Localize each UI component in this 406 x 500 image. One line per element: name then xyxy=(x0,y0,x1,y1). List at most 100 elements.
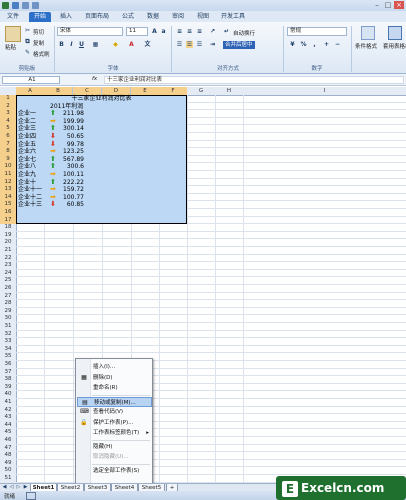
last-sheet-icon[interactable]: ▶ xyxy=(22,484,29,491)
company-name-cell[interactable]: 企业一 xyxy=(18,110,36,118)
profit-value-cell[interactable]: 100.77 xyxy=(58,194,84,202)
context-menu-item[interactable]: 保护工作表(P)... 🔒 xyxy=(77,418,152,428)
align-right-icon[interactable]: ☰ xyxy=(196,41,203,48)
context-menu-item[interactable]: 移动或复制(M)... ▤ xyxy=(77,396,152,407)
profit-value-cell[interactable]: 300.6 xyxy=(58,163,84,171)
restore-icon[interactable]: □ xyxy=(383,1,393,9)
tab-view[interactable]: 视图 xyxy=(192,12,214,22)
formula-input[interactable]: 十三家企业利润对比表 xyxy=(104,76,404,84)
profit-value-cell[interactable]: 199.99 xyxy=(58,118,84,126)
company-name-cell[interactable]: 企业八 xyxy=(18,163,36,171)
paste-icon[interactable] xyxy=(5,26,21,42)
copy-icon[interactable]: ⧉ xyxy=(24,38,31,45)
wrap-text-button[interactable]: 自动换行 xyxy=(233,29,255,37)
tab-review[interactable]: 审阅 xyxy=(167,12,189,22)
context-menu-item[interactable]: 工作表标签颜色(T) ▸ xyxy=(77,428,152,438)
tab-page-layout[interactable]: 页面布局 xyxy=(80,12,114,22)
profit-value-cell[interactable]: 99.78 xyxy=(58,141,84,149)
fx-icon[interactable]: fx xyxy=(92,76,97,82)
company-name-cell[interactable]: 企业十一 xyxy=(18,186,42,194)
macro-record-icon[interactable] xyxy=(26,492,36,500)
font-color-icon[interactable]: A xyxy=(128,41,135,48)
paste-button[interactable]: 粘贴 xyxy=(5,43,16,51)
name-box[interactable]: A1 xyxy=(2,76,60,84)
align-center-icon[interactable]: ☰ xyxy=(186,41,193,48)
first-sheet-icon[interactable]: ◀ xyxy=(1,484,8,491)
fill-color-icon[interactable]: ◆ xyxy=(112,41,119,48)
tab-data[interactable]: 数据 xyxy=(142,12,164,22)
profit-value-cell[interactable]: 300.14 xyxy=(58,125,84,133)
align-left-icon[interactable]: ☰ xyxy=(176,41,183,48)
tab-home[interactable]: 开始 xyxy=(29,12,51,22)
profit-value-cell[interactable]: 567.89 xyxy=(58,156,84,164)
profit-value-cell[interactable]: 50.65 xyxy=(58,133,84,141)
profit-value-cell[interactable]: 60.85 xyxy=(58,201,84,209)
company-name-cell[interactable]: 企业三 xyxy=(18,125,36,133)
undo-icon[interactable] xyxy=(22,2,29,9)
tab-formulas[interactable]: 公式 xyxy=(117,12,139,22)
context-menu-item[interactable]: 隐藏(H) xyxy=(77,442,152,452)
worksheet-grid[interactable]: A B C D E F G H I 1 2 3 4 5 6 7 8 9 10 11 12 13 14 15 16 17 18 19 20… xyxy=(0,87,406,483)
phonetic-icon[interactable]: 文 xyxy=(144,41,151,48)
column-header-g[interactable]: G xyxy=(187,87,216,96)
context-menu-item[interactable]: 查看代码(V) ⌨ xyxy=(77,407,152,417)
prev-sheet-icon[interactable]: ◁ xyxy=(8,484,15,491)
decrease-decimal-icon[interactable]: − xyxy=(334,41,341,48)
merge-center-button[interactable]: 合并后居中 xyxy=(223,41,255,49)
redo-icon[interactable] xyxy=(32,2,39,9)
format-painter-icon[interactable]: ✎ xyxy=(24,49,31,56)
format-painter-button[interactable]: 格式刷 xyxy=(33,50,50,58)
comma-style-icon[interactable]: , xyxy=(311,41,318,48)
percent-icon[interactable]: % xyxy=(300,41,307,48)
context-menu-item[interactable]: 重命名(R) xyxy=(77,383,152,393)
save-icon[interactable] xyxy=(12,2,19,9)
bold-icon[interactable]: B xyxy=(58,41,65,48)
minimize-icon[interactable]: – xyxy=(372,1,382,9)
profit-value-cell[interactable]: 211.98 xyxy=(58,110,84,118)
profit-value-cell[interactable]: 159.72 xyxy=(58,186,84,194)
tab-developer[interactable]: 开发工具 xyxy=(218,12,248,22)
next-sheet-icon[interactable]: ▷ xyxy=(15,484,22,491)
context-menu-item[interactable]: 删除(D) ▦ xyxy=(77,373,152,383)
font-size-select[interactable]: 11 xyxy=(126,27,148,36)
profit-value-cell[interactable]: 222.22 xyxy=(58,179,84,187)
table-format-button[interactable]: 套用表格格式 xyxy=(383,42,406,50)
context-menu-item[interactable]: 选定全部工作表(S) xyxy=(77,466,152,476)
close-icon[interactable]: × xyxy=(394,1,404,9)
align-middle-icon[interactable]: ≡ xyxy=(186,28,193,35)
conditional-format-icon[interactable] xyxy=(361,26,375,40)
conditional-format-button[interactable]: 条件格式 xyxy=(355,42,377,50)
tab-file[interactable]: 文件 xyxy=(2,12,24,22)
orientation-icon[interactable]: ↗ xyxy=(209,28,216,35)
italic-icon[interactable]: I xyxy=(68,41,75,48)
underline-icon[interactable]: U xyxy=(78,41,85,48)
company-name-cell[interactable]: 企业六 xyxy=(18,148,36,156)
profit-value-cell[interactable]: 123.25 xyxy=(58,148,84,156)
status-mode: 就绪 xyxy=(4,494,16,500)
excel-app-icon[interactable] xyxy=(2,2,9,9)
copy-button[interactable]: 复制 xyxy=(33,39,44,47)
borders-icon[interactable]: ▦ xyxy=(92,41,99,48)
tab-insert[interactable]: 插入 xyxy=(55,12,77,22)
align-top-icon[interactable]: ≡ xyxy=(176,28,183,35)
row-header[interactable]: 51 xyxy=(0,475,17,483)
align-bottom-icon[interactable]: ≡ xyxy=(196,28,203,35)
indent-icon[interactable]: ⇥ xyxy=(209,41,216,48)
column-header-h[interactable]: H xyxy=(215,87,244,96)
table-format-icon[interactable] xyxy=(388,26,402,40)
cut-icon[interactable]: ✂ xyxy=(24,27,31,34)
wrap-text-icon[interactable]: ↵ xyxy=(223,28,230,35)
increase-decimal-icon[interactable]: + xyxy=(323,41,330,48)
profit-value-cell[interactable]: 100.11 xyxy=(58,171,84,179)
font-name-select[interactable]: 宋体 xyxy=(57,27,123,36)
currency-icon[interactable]: ¥ xyxy=(289,41,296,48)
grow-font-icon[interactable]: A xyxy=(151,28,158,35)
shrink-font-icon[interactable]: a xyxy=(160,28,167,35)
company-name-cell[interactable]: 企业十三 xyxy=(18,201,42,209)
cut-button[interactable]: 剪切 xyxy=(33,28,44,36)
number-format-select[interactable]: 常规 xyxy=(287,27,347,36)
company-name-cell[interactable]: 企业九 xyxy=(18,171,36,179)
column-header-i[interactable]: I xyxy=(243,87,406,96)
company-name-cell[interactable]: 企业四 xyxy=(18,133,36,141)
context-menu-item[interactable]: 插入(I)... xyxy=(77,362,152,372)
